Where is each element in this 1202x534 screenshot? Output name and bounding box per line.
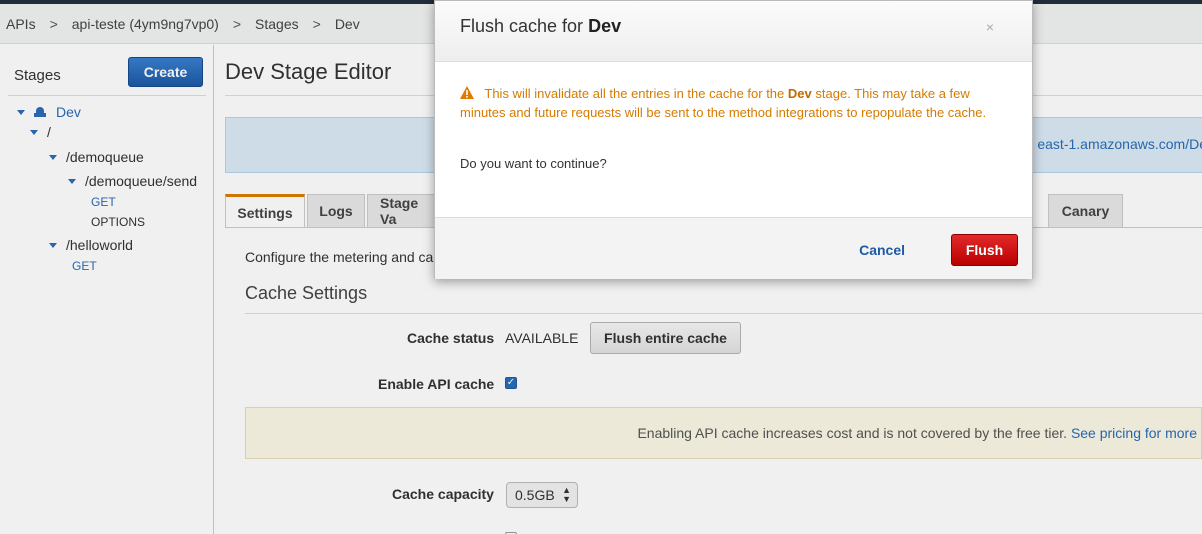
flush-cache-dialog: Flush cache for Dev × This will invalida… [434,0,1033,279]
close-icon[interactable]: × [986,19,994,35]
dialog-title: Flush cache for Dev [460,16,621,37]
warning-message: This will invalidate all the entries in … [460,84,1005,122]
warning-icon [460,86,474,99]
warning-text-stage: Dev [787,86,812,101]
warning-text-pre: This will invalidate all the entries in … [484,86,785,101]
dialog-footer: Cancel Flush [435,217,1032,279]
confirm-question: Do you want to continue? [460,156,607,171]
dialog-title-prefix: Flush cache for [460,16,584,36]
dialog-header: Flush cache for Dev × [435,1,1032,62]
dialog-title-stage: Dev [588,16,622,36]
cancel-button[interactable]: Cancel [859,242,905,258]
flush-button[interactable]: Flush [951,234,1018,266]
